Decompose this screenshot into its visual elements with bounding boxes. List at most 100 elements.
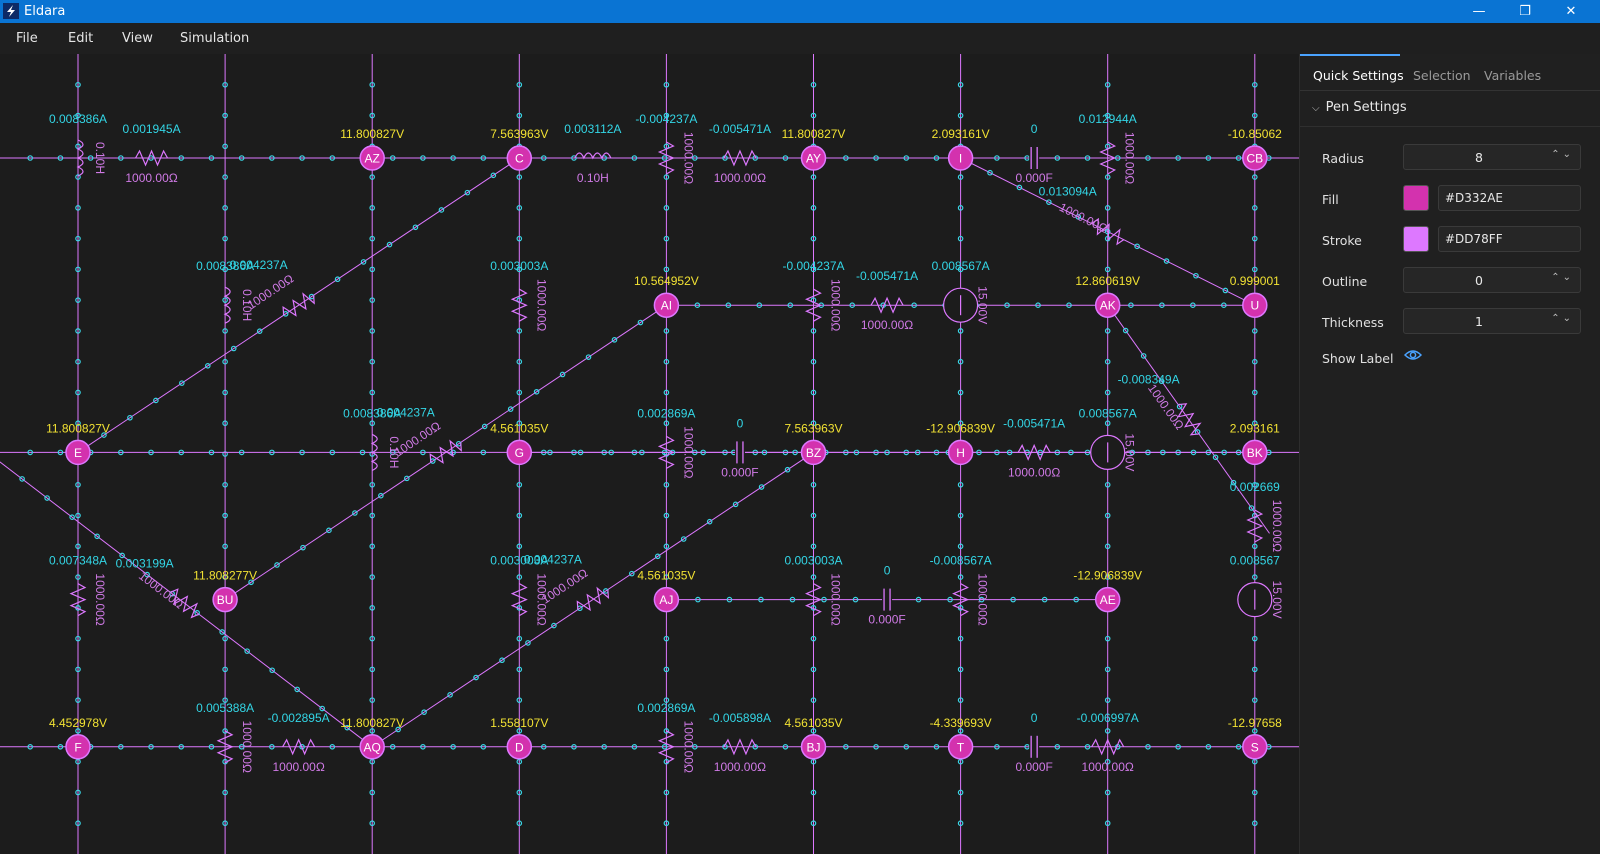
value-label: 1000.00Ω (534, 279, 548, 331)
node-label: BZ (806, 446, 821, 460)
coil (574, 152, 612, 160)
node-label: C (515, 152, 524, 166)
menu-simulation[interactable]: Simulation (180, 31, 249, 46)
diagonal-current-label: 0.003199A (116, 556, 174, 570)
settings-panel: Quick Settings Selection Variables ⌵ Pen … (1299, 54, 1600, 854)
value-label: 1000.00Ω (976, 573, 990, 625)
spin-arrows-icon[interactable]: ⌃⌄ (1551, 272, 1574, 283)
close-button[interactable]: ✕ (1548, 0, 1594, 23)
thickness-spinbox[interactable]: 1 ⌃⌄ (1403, 308, 1581, 334)
node-voltage-label: 1.558107V (490, 716, 548, 730)
node-voltage-label: 2.093161 (1230, 421, 1280, 435)
stroke-hex-input[interactable]: #DD78FF (1438, 226, 1581, 252)
current-label: 0.002869A (637, 701, 695, 715)
value-label: 1000.00Ω (714, 171, 766, 185)
node-voltage-label: -12.906839V (1073, 569, 1142, 583)
node-label: U (1250, 299, 1259, 313)
diagonal-value-label: 1000.00Ω (136, 569, 186, 612)
node-label: AE (1100, 593, 1116, 607)
node-label: H (956, 446, 965, 460)
capacitor-symbol (882, 587, 893, 612)
menu-file[interactable]: File (16, 31, 38, 46)
source-symbol (942, 287, 979, 323)
fill-color-swatch[interactable] (1403, 185, 1429, 211)
node-label: G (515, 446, 524, 460)
show-label-label: Show Label (1322, 351, 1394, 366)
node-voltage-label: -12.906839V (926, 421, 995, 435)
app-logo-icon (3, 3, 19, 19)
menu-bar: File Edit View Simulation (0, 23, 1600, 54)
stroke-color-swatch[interactable] (1403, 226, 1429, 252)
current-label: 0.008386A (196, 259, 254, 273)
radius-spinbox[interactable]: 8 ⌃⌄ (1403, 144, 1581, 170)
node-voltage-label: 12.860619V (1075, 274, 1140, 288)
value-label: 0.000F (1015, 760, 1052, 774)
value-label: 1000.00Ω (681, 721, 695, 773)
current-label: -0.005471A (856, 269, 918, 283)
minimize-button[interactable]: — (1456, 0, 1502, 23)
current-label: 0.002869A (637, 406, 695, 420)
circuit-canvas[interactable]: 1000.00Ω 0.004237A 1000.00Ω 0.004237A 1000.0… (0, 54, 1299, 854)
current-label: 0.005388A (196, 701, 254, 715)
chevron-down-icon: ⌵ (1312, 103, 1320, 114)
current-label: 0.002669 (1230, 480, 1280, 494)
outline-spinbox[interactable]: 0 ⌃⌄ (1403, 267, 1581, 293)
node-label: I (959, 152, 962, 166)
current-label: 0.003112A (564, 122, 621, 136)
fill-label: Fill (1322, 192, 1339, 207)
current-label: -0.005898A (709, 711, 771, 725)
value-label: 1000.00Ω (1270, 500, 1284, 552)
value-label: 1000.00Ω (861, 318, 913, 332)
value-label: 1000.00Ω (1123, 132, 1137, 184)
stroke-label: Stroke (1322, 233, 1362, 248)
wire (77, 157, 520, 453)
node-label: T (957, 740, 965, 754)
eye-icon[interactable] (1404, 348, 1422, 362)
spin-arrows-icon[interactable]: ⌃⌄ (1551, 313, 1574, 324)
current-label: 0.007348A (49, 554, 107, 568)
node-voltage-label: 4.561035V (637, 569, 695, 583)
spin-arrows-icon[interactable]: ⌃⌄ (1551, 149, 1574, 160)
outline-value: 0 (1475, 273, 1483, 288)
menu-edit[interactable]: Edit (68, 31, 93, 46)
node-label: AY (806, 152, 821, 166)
tab-selection[interactable]: Selection (1413, 68, 1471, 83)
value-label: 0.10H (240, 289, 254, 321)
node-label: AK (1100, 299, 1116, 313)
diagonal-current-label: 0.013094A (1039, 185, 1097, 199)
tab-quick-settings[interactable]: Quick Settings (1313, 68, 1404, 83)
node-label: F (74, 740, 81, 754)
value-label: 1000.00Ω (240, 721, 254, 773)
node-voltage-label: 7.563963V (490, 127, 548, 141)
value-label: 15.00V (976, 286, 990, 324)
node-label: E (74, 446, 82, 460)
node-voltage-label: 4.452978V (49, 716, 107, 730)
value-label: 0.10H (577, 171, 609, 185)
value-label: 1000.00Ω (1082, 760, 1134, 774)
circuit-diagram[interactable]: 1000.00Ω0.004237A1000.00Ω0.004237A1000.0… (0, 54, 1299, 854)
outline-label: Outline (1322, 274, 1368, 289)
current-label: 0.012944A (1079, 112, 1137, 126)
node-label: AI (661, 299, 672, 313)
node-voltage-label: 0.999001 (1230, 274, 1280, 288)
current-label: -0.005471A (709, 122, 771, 136)
fill-hex-input[interactable]: #D332AE (1438, 185, 1581, 211)
value-label: 0.000F (1015, 171, 1052, 185)
tab-variables[interactable]: Variables (1484, 68, 1541, 83)
value-label: 1000.00Ω (125, 171, 177, 185)
current-label: 0.008386A (49, 112, 107, 126)
current-label: -0.004237A (635, 112, 697, 126)
value-label: 1000.00Ω (681, 132, 695, 184)
value-label: 1000.00Ω (681, 426, 695, 478)
current-label: 0 (1031, 711, 1038, 725)
value-label: 0.000F (721, 465, 758, 479)
value-label: 0.10H (93, 142, 107, 174)
node-voltage-label: 11.800827V (340, 127, 404, 141)
current-label: -0.004237A (782, 259, 844, 273)
maximize-button[interactable]: ❐ (1502, 0, 1548, 23)
menu-view[interactable]: View (122, 31, 153, 46)
node-voltage-label: 10.564952V (634, 274, 699, 288)
pen-settings-header[interactable]: ⌵ Pen Settings (1312, 100, 1407, 115)
current-label: -0.005471A (1003, 416, 1065, 430)
capacitor-symbol (1029, 734, 1040, 759)
